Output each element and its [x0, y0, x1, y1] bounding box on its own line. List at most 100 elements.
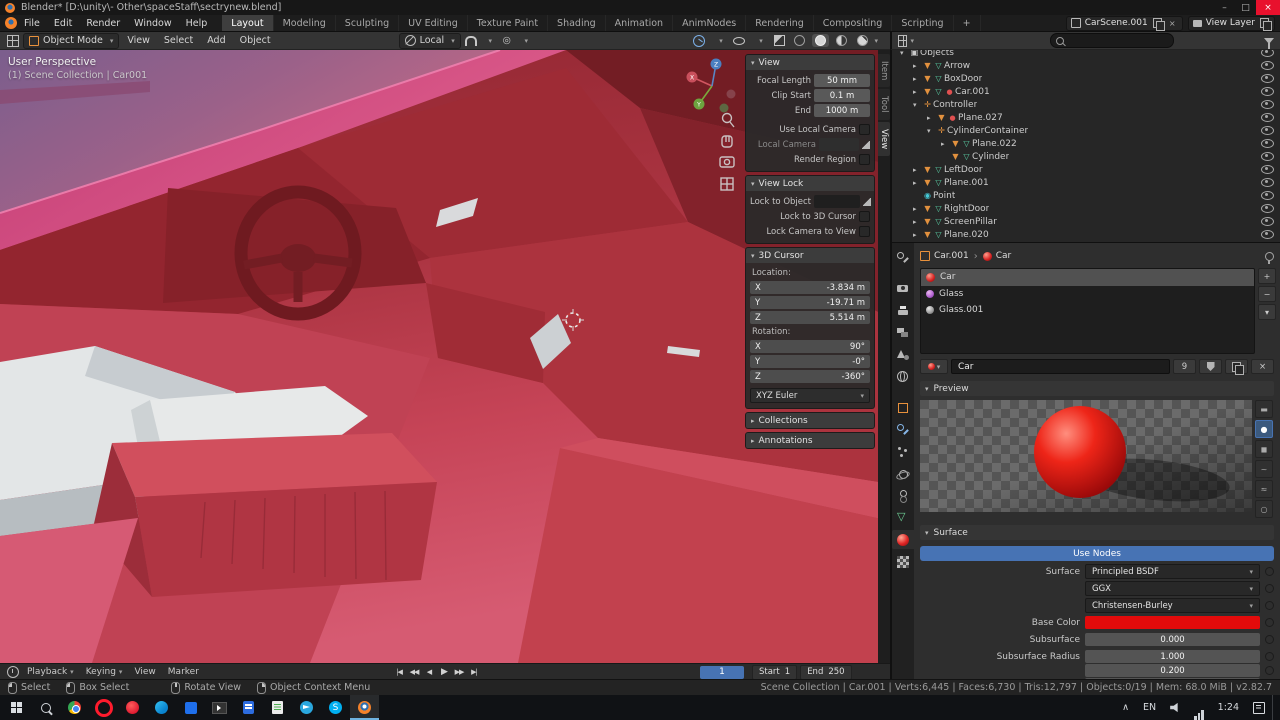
- outliner-row[interactable]: Arrow: [892, 59, 1280, 72]
- visibility-eye-icon[interactable]: [1261, 204, 1274, 213]
- collapse-icon[interactable]: [751, 58, 755, 68]
- tab-view-layer[interactable]: [892, 323, 914, 342]
- previous-keyframe-button[interactable]: [407, 666, 421, 679]
- outliner-search-input[interactable]: [1050, 33, 1174, 48]
- remove-slot-button[interactable]: −: [1258, 286, 1276, 302]
- visibility-eye-icon[interactable]: [1261, 191, 1274, 200]
- tab-scene[interactable]: [892, 345, 914, 364]
- menu-help[interactable]: Help: [179, 15, 215, 31]
- visibility-eye-icon[interactable]: [1261, 152, 1274, 161]
- expand-icon[interactable]: [913, 178, 922, 188]
- show-desktop-button[interactable]: [1272, 695, 1278, 720]
- proportional-dropdown[interactable]: [517, 34, 533, 48]
- outliner-row[interactable]: Plane.027: [892, 111, 1280, 124]
- sidebar-tab-item[interactable]: Item: [878, 54, 890, 88]
- cursor-loc-y-field[interactable]: Y -19.71 m: [750, 296, 870, 309]
- timeline-menu-marker[interactable]: Marker: [162, 667, 205, 677]
- preview-panel-header[interactable]: Preview: [920, 381, 1274, 396]
- material-slot[interactable]: Glass.001: [921, 302, 1254, 319]
- animate-dot[interactable]: [1265, 652, 1274, 661]
- rotation-order-dropdown[interactable]: XYZ Euler ▾: [750, 388, 870, 403]
- outliner-row[interactable]: Plane.001: [892, 176, 1280, 189]
- shading-rendered-button[interactable]: [854, 34, 881, 47]
- snap-settings-dropdown[interactable]: [481, 34, 497, 48]
- current-frame-field[interactable]: 1: [700, 665, 744, 679]
- lock-3d-cursor-checkbox[interactable]: [859, 211, 870, 222]
- outliner-row[interactable]: Point: [892, 189, 1280, 202]
- cursor-loc-x-field[interactable]: X -3.834 m: [750, 281, 870, 294]
- sidebar-tab-tool[interactable]: Tool: [878, 89, 890, 120]
- jump-to-start-button[interactable]: [392, 666, 406, 679]
- shading-wireframe-button[interactable]: [791, 34, 808, 47]
- workspace-tab-compositing[interactable]: Compositing: [814, 15, 893, 31]
- surface-panel-header[interactable]: Surface: [920, 525, 1274, 540]
- workspace-tab-shading[interactable]: Shading: [548, 15, 606, 31]
- outliner-row-collection[interactable]: Objects: [892, 50, 1280, 59]
- tab-render[interactable]: [892, 279, 914, 298]
- breadcrumb-material[interactable]: Car: [982, 251, 1011, 261]
- next-keyframe-button[interactable]: [452, 666, 466, 679]
- menu-render[interactable]: Render: [79, 15, 127, 31]
- expand-icon[interactable]: [913, 165, 922, 175]
- pin-icon[interactable]: [1265, 251, 1274, 264]
- tab-world[interactable]: [892, 367, 914, 386]
- base-color-swatch[interactable]: [1085, 616, 1260, 629]
- outliner-row[interactable]: Cylinder: [892, 150, 1280, 163]
- preview-flat-button[interactable]: ▬: [1255, 400, 1273, 418]
- expand-icon[interactable]: [913, 74, 922, 84]
- subsurface-radius-y-field[interactable]: 0.200: [1085, 664, 1260, 677]
- animate-dot[interactable]: [1265, 635, 1274, 644]
- distribution-dropdown[interactable]: GGX ▾: [1085, 581, 1260, 596]
- viewport-menu-view[interactable]: View: [121, 35, 156, 46]
- subsurface-method-dropdown[interactable]: Christensen-Burley ▾: [1085, 598, 1260, 613]
- new-material-icon[interactable]: [1225, 359, 1248, 375]
- users-count-button[interactable]: 9: [1173, 359, 1196, 374]
- telegram-icon[interactable]: [292, 695, 321, 720]
- expand-icon[interactable]: [927, 113, 936, 123]
- slot-specials-dropdown[interactable]: ▾: [1258, 304, 1276, 320]
- action-center-icon[interactable]: [1246, 695, 1272, 720]
- play-button[interactable]: [437, 666, 451, 679]
- outliner-row[interactable]: CylinderContainer: [892, 124, 1280, 137]
- viewport-menu-object[interactable]: Object: [234, 35, 277, 46]
- add-workspace-button[interactable]: +: [954, 15, 981, 31]
- cursor-loc-z-field[interactable]: Z 5.514 m: [750, 311, 870, 324]
- local-camera-field[interactable]: [819, 138, 859, 151]
- show-gizmo-icon[interactable]: [691, 34, 707, 48]
- material-slot[interactable]: Glass: [921, 286, 1254, 303]
- overlays-dropdown[interactable]: [751, 34, 767, 48]
- workspace-tab-layout[interactable]: Layout: [222, 15, 274, 31]
- skype-icon[interactable]: S: [321, 695, 350, 720]
- blender-taskbar-icon[interactable]: [350, 695, 379, 720]
- tab-particles[interactable]: [892, 442, 914, 461]
- workspace-tab-scripting[interactable]: Scripting: [892, 15, 954, 31]
- calculator-icon[interactable]: [234, 695, 263, 720]
- use-local-camera-checkbox[interactable]: [859, 124, 870, 135]
- volume-icon[interactable]: [1163, 695, 1187, 720]
- start-button[interactable]: [2, 695, 31, 720]
- new-scene-icon[interactable]: [1152, 18, 1165, 31]
- transform-orientation-dropdown[interactable]: Local: [398, 32, 461, 49]
- visibility-eye-icon[interactable]: [1261, 87, 1274, 96]
- edge-icon[interactable]: [147, 695, 176, 720]
- expand-icon[interactable]: [913, 100, 922, 110]
- viewport-menu-add[interactable]: Add: [201, 35, 231, 46]
- editor-type-icon[interactable]: [5, 34, 21, 48]
- clock[interactable]: 1:24: [1211, 695, 1246, 720]
- chrome-icon[interactable]: [60, 695, 89, 720]
- outliner-row[interactable]: Plane.022: [892, 137, 1280, 150]
- subsurface-radius-x-field[interactable]: 1.000: [1085, 650, 1260, 663]
- proportional-editing-icon[interactable]: ◎: [499, 34, 515, 48]
- visibility-eye-icon[interactable]: [1261, 126, 1274, 135]
- tab-object[interactable]: [892, 398, 914, 417]
- delete-scene-icon[interactable]: ×: [1167, 18, 1178, 29]
- visibility-eye-icon[interactable]: [1261, 230, 1274, 239]
- expand-icon[interactable]: [913, 87, 922, 97]
- preview-fluid-button[interactable]: ○: [1255, 500, 1273, 518]
- viewport-3d[interactable]: X Y Z User Perspective (1) Scene Collect…: [0, 50, 878, 663]
- sidebar-tab-view[interactable]: View: [878, 121, 890, 157]
- new-view-layer-icon[interactable]: [1260, 18, 1272, 31]
- show-overlays-icon[interactable]: [731, 34, 747, 48]
- clip-start-field[interactable]: 0.1 m: [814, 89, 870, 102]
- outliner-row[interactable]: ScreenPillar: [892, 215, 1280, 228]
